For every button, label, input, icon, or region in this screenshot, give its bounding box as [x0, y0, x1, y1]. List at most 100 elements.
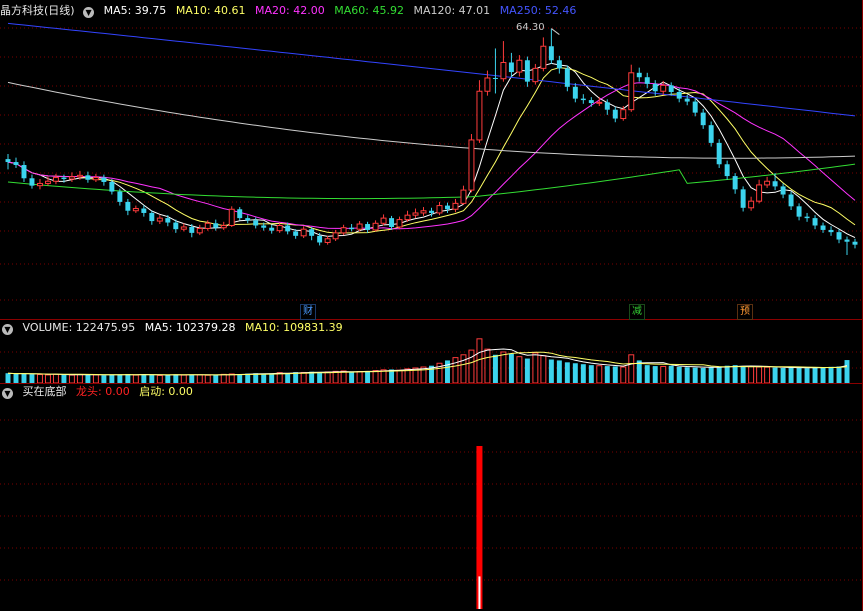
indicator-header: ▼ 买在底部 龙头: 0.00 启动: 0.00 — [0, 384, 199, 400]
candle-body-down — [564, 68, 570, 87]
volume-bar-down — [213, 374, 219, 383]
volume-bar-up — [132, 374, 139, 384]
volume-bar-down — [317, 372, 323, 383]
peak-pointer — [551, 28, 560, 35]
volume-bar-up — [36, 374, 43, 384]
indicator-name[interactable]: 买在底部 — [23, 385, 67, 398]
volume-bar-up — [76, 374, 83, 384]
stock-name[interactable]: 晶方科技(日线) — [0, 4, 75, 17]
candle-body-down — [652, 83, 658, 92]
candle-body-down — [852, 241, 858, 245]
volume-bar-down — [604, 366, 610, 383]
volume-bar-up — [748, 366, 755, 384]
volume-bar-down — [716, 366, 722, 383]
volume-bar-down — [644, 365, 650, 383]
candle-body-down — [740, 189, 746, 208]
volume-bar-up — [484, 348, 491, 384]
volume-bar-down — [29, 374, 35, 383]
volume-bar-up — [516, 356, 523, 384]
volume-bar-down — [812, 367, 818, 383]
volume-bar-up — [540, 355, 547, 384]
candle-body-down — [716, 142, 722, 165]
volume-bar-down — [556, 360, 562, 383]
candle-body-down — [780, 186, 786, 195]
candle-body-down — [804, 216, 810, 219]
candle-body-down — [61, 177, 67, 180]
chevron-down-icon[interactable]: ▼ — [2, 324, 13, 335]
candle-body-up — [380, 217, 387, 224]
volume-bar-up — [500, 351, 507, 384]
volume-bar-up — [52, 373, 59, 384]
ma20-line — [7, 82, 856, 230]
candle-body-down — [429, 210, 434, 213]
candle-body-down — [389, 218, 395, 227]
candle-body-down — [508, 62, 514, 73]
candle-body-down — [149, 212, 155, 222]
event-marker-reduce[interactable]: 减 — [629, 304, 645, 320]
candle-body-down — [253, 220, 259, 226]
candle-body-up — [396, 219, 403, 228]
volume-bar-up — [756, 366, 763, 384]
volume-bar-down — [349, 372, 355, 383]
moving-average-lines — [7, 22, 856, 239]
candle-body-down — [309, 229, 315, 236]
candle-body-down — [692, 101, 698, 113]
volume-bar-up — [460, 354, 467, 384]
candle-body-up — [372, 222, 379, 231]
volume-bar-down — [269, 373, 275, 383]
candle-body-down — [165, 218, 171, 223]
volume-bar-up — [220, 373, 227, 384]
volume-bar-up — [196, 374, 203, 384]
volume-bar-down — [772, 367, 778, 383]
candle-body-up — [340, 227, 347, 234]
candle-body-up — [180, 226, 187, 230]
volume-bar-down — [844, 360, 850, 383]
candle-body-up — [748, 200, 755, 209]
volume-bar-down — [189, 374, 195, 383]
volume-bar-down — [820, 367, 826, 383]
candle-body-down — [117, 191, 123, 202]
volume-bar-up — [628, 354, 635, 384]
candle-body-down — [724, 164, 730, 177]
volume-bar-up — [204, 374, 211, 384]
chart-stage — [0, 0, 863, 611]
volume-bar-up — [596, 365, 603, 384]
volume-bar-down — [828, 366, 834, 383]
volume-bar-up — [372, 370, 379, 384]
candle-body-down — [5, 159, 11, 163]
volume-bars — [5, 338, 850, 384]
price-header: 晶方科技(日线) ▼ MA5: 39.75 MA10: 40.61 MA20: … — [0, 3, 582, 19]
volume-bar-down — [796, 367, 802, 383]
candle-body-down — [245, 218, 251, 221]
volume-bar-down — [788, 367, 794, 383]
candle-body-down — [524, 60, 530, 82]
grid-lines — [0, 27, 863, 581]
volume-bar-up — [228, 373, 235, 384]
candle-body-down — [189, 226, 195, 233]
ma250-label: MA250: 52.46 — [499, 4, 577, 17]
event-marker-forecast[interactable]: 预 — [737, 304, 753, 320]
candle-body-up — [468, 139, 475, 191]
chevron-down-icon[interactable]: ▼ — [83, 7, 95, 18]
chevron-down-icon[interactable]: ▼ — [2, 388, 13, 399]
volume-bar-up — [660, 365, 667, 384]
candle-body-down — [604, 102, 610, 110]
candle-body-down — [237, 209, 243, 219]
event-marker-finance[interactable]: 财 — [300, 304, 316, 320]
candle-body-down — [269, 227, 275, 231]
volume-bar-down — [588, 365, 594, 383]
candle-body-down — [844, 239, 850, 242]
start-bar — [478, 576, 481, 609]
volume-bar-up — [468, 349, 475, 384]
volume-bar-down — [141, 374, 147, 383]
candle-body-up — [156, 217, 163, 222]
volume-bar-up — [68, 374, 75, 384]
candle-body-up — [460, 189, 467, 204]
volume-bar-down — [285, 373, 291, 383]
volume-bar-down — [524, 358, 530, 383]
candle-body-down — [492, 77, 498, 79]
candle-body-up — [452, 202, 459, 210]
candle-body-up — [44, 180, 51, 184]
volume-bar-up — [156, 374, 163, 384]
volume-bar-down — [365, 371, 371, 383]
